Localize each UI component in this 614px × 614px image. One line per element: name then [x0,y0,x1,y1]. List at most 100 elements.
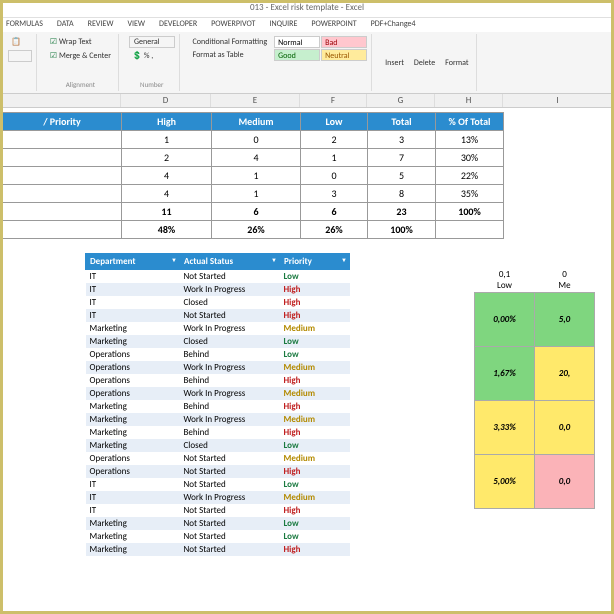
cell-priority[interactable]: High [280,296,350,309]
heatmap-cell[interactable]: 0,00% [475,293,535,347]
cell-department[interactable]: IT [86,283,180,296]
cell-status[interactable]: Closed [180,439,280,452]
table-row[interactable]: ITNot StartedHigh [86,504,350,517]
cell-department[interactable]: IT [86,296,180,309]
col-header-e[interactable]: E [211,94,300,107]
table-row[interactable]: ITNot StartedHigh [86,309,350,322]
summary-header-high[interactable]: High [122,113,212,131]
tab-data[interactable]: DATA [55,18,76,32]
style-bad[interactable]: Bad [321,36,367,48]
table-row[interactable]: MarketingNot StartedLow [86,517,350,530]
style-good[interactable]: Good [274,49,320,61]
worksheet-area[interactable]: / Priority High Medium Low Total % Of To… [0,108,614,614]
table-row[interactable]: OperationsWork In ProgressMedium [86,361,350,374]
cell-priority[interactable]: Medium [280,387,350,400]
cell-department[interactable]: Operations [86,387,180,400]
col-header-g[interactable]: G [367,94,435,107]
table-row[interactable]: MarketingBehindHigh [86,426,350,439]
table-row[interactable]: MarketingClosedLow [86,439,350,452]
cell-status[interactable]: Behind [180,348,280,361]
heatmap-cell[interactable]: 0,0 [535,401,595,455]
cell-department[interactable]: Marketing [86,322,180,335]
table-row[interactable]: MarketingWork In ProgressMedium [86,413,350,426]
format-button[interactable]: Format [442,36,471,89]
summary-header-priority[interactable]: / Priority [3,113,122,131]
cell-status[interactable]: Not Started [180,309,280,322]
table-row[interactable]: ITWork In ProgressHigh [86,283,350,296]
cell-status[interactable]: Work In Progress [180,322,280,335]
cell-department[interactable]: Operations [86,361,180,374]
delete-button[interactable]: Delete [411,36,438,89]
cell-status[interactable]: Not Started [180,465,280,478]
table-row[interactable]: OperationsWork In ProgressMedium [86,387,350,400]
cell-department[interactable]: Operations [86,348,180,361]
cell-status[interactable]: Work In Progress [180,361,280,374]
table-row[interactable]: MarketingWork In ProgressMedium [86,322,350,335]
table-row[interactable]: ITNot StartedLow [86,478,350,491]
cell-priority[interactable]: Medium [280,322,350,335]
summary-header-pct[interactable]: % Of Total [436,113,504,131]
cell-priority[interactable]: Low [280,335,350,348]
cell-status[interactable]: Not Started [180,478,280,491]
cell-status[interactable]: Behind [180,400,280,413]
table-row[interactable]: MarketingClosedLow [86,335,350,348]
cell-status[interactable]: Not Started [180,270,280,284]
cell-department[interactable]: IT [86,309,180,322]
style-neutral[interactable]: Neutral [321,49,367,61]
table-row[interactable]: 241730% [3,149,504,167]
merge-center-button[interactable]: Merge & Center [47,50,114,62]
table-row[interactable]: ITClosedHigh [86,296,350,309]
heatmap-cell[interactable]: 5,0 [535,293,595,347]
summary-header-total[interactable]: Total [368,113,436,131]
tab-powerpoint[interactable]: POWERPOINT [309,18,358,32]
summary-header-low[interactable]: Low [301,113,368,131]
cell-status[interactable]: Not Started [180,543,280,556]
style-normal[interactable]: Normal [274,36,320,48]
cell-priority[interactable]: High [280,309,350,322]
cell-styles-gallery[interactable]: Normal Bad Good Neutral [274,36,367,89]
table-row[interactable]: ITWork In ProgressMedium [86,491,350,504]
cell-priority[interactable]: Medium [280,452,350,465]
table-row[interactable]: 413835% [3,185,504,203]
detail-header-priority[interactable]: Priority [280,254,350,270]
cell-status[interactable]: Not Started [180,517,280,530]
table-row-percent[interactable]: 48%26%26%100% [3,221,504,239]
cell-department[interactable]: Marketing [86,439,180,452]
currency-icon[interactable]: 💲 % , [129,50,175,62]
table-row[interactable]: MarketingNot StartedHigh [86,543,350,556]
tab-formulas[interactable]: FORMULAS [4,18,45,32]
cell-department[interactable]: Marketing [86,400,180,413]
cell-priority[interactable]: Low [280,348,350,361]
cell-priority[interactable]: Medium [280,413,350,426]
cell-department[interactable]: Operations [86,374,180,387]
cell-department[interactable]: Marketing [86,335,180,348]
cell-priority[interactable]: High [280,400,350,413]
conditional-formatting-button[interactable]: Conditional Formatting [190,36,271,48]
col-header-h[interactable]: H [435,94,503,107]
heatmap-cell[interactable]: 0,0 [535,455,595,509]
cell-department[interactable]: Operations [86,452,180,465]
cell-priority[interactable]: Low [280,530,350,543]
cell-priority[interactable]: High [280,426,350,439]
table-row[interactable]: ITNot StartedLow [86,270,350,284]
table-row[interactable]: MarketingBehindHigh [86,400,350,413]
tab-pdf[interactable]: PDF+Change4 [369,18,418,32]
tab-review[interactable]: REVIEW [86,18,116,32]
table-row[interactable]: OperationsBehindLow [86,348,350,361]
tab-view[interactable]: VIEW [125,18,147,32]
heatmap-cell[interactable]: 3,33% [475,401,535,455]
insert-button[interactable]: Insert [382,36,407,89]
heatmap-col-0[interactable]: 0,1Low [475,268,535,293]
cell-priority[interactable]: High [280,465,350,478]
cell-department[interactable]: IT [86,491,180,504]
table-row[interactable]: OperationsNot StartedHigh [86,465,350,478]
cell-department[interactable]: Marketing [86,543,180,556]
cell-status[interactable]: Behind [180,374,280,387]
cell-department[interactable]: Marketing [86,413,180,426]
table-row[interactable]: OperationsNot StartedMedium [86,452,350,465]
cell-status[interactable]: Work In Progress [180,387,280,400]
cell-status[interactable]: Closed [180,296,280,309]
heatmap-col-1[interactable]: 0Me [535,268,595,293]
cell-priority[interactable]: High [280,504,350,517]
heatmap-cell[interactable]: 20, [535,347,595,401]
